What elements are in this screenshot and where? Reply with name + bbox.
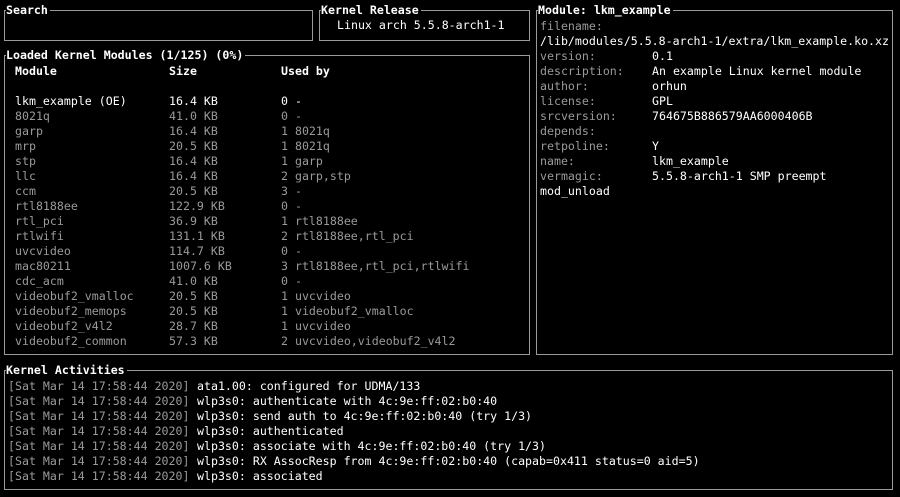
- module-size: 41.0 KB: [169, 109, 218, 123]
- module-size: 131.1 KB: [169, 229, 225, 243]
- module-field-value: orhun: [652, 79, 687, 93]
- module-name: uvcvideo: [15, 244, 71, 258]
- activity-timestamp: [Sat Mar 14 17:58:44 2020]: [8, 454, 190, 468]
- module-name: videobuf2_v4l2: [15, 319, 113, 333]
- module-used-by: 1 8021q: [281, 124, 330, 138]
- modules-panel[interactable]: Loaded Kernel Modules (1/125) (0%) Modul…: [4, 47, 530, 355]
- module-field-value: 0.1: [652, 49, 673, 63]
- kernel-release-panel: Kernel Release Linux arch 5.5.8-arch1-1: [319, 2, 530, 41]
- activity-timestamp: [Sat Mar 14 17:58:44 2020]: [8, 439, 190, 453]
- search-title: Search: [6, 2, 50, 18]
- module-size: 114.7 KB: [169, 244, 225, 258]
- module-used-by: 2 rtl8188ee,rtl_pci: [281, 229, 414, 243]
- module-size: 20.5 KB: [169, 184, 218, 198]
- module-name: llc: [15, 169, 36, 183]
- activity-timestamp: [Sat Mar 14 17:58:44 2020]: [8, 469, 190, 483]
- activity-message: wlp3s0: send auth to 4c:9e:ff:02:b0:40 (…: [197, 409, 533, 423]
- module-field-label: vermagic:: [540, 169, 603, 183]
- activity-timestamp: [Sat Mar 14 17:58:44 2020]: [8, 424, 190, 438]
- module-used-by: 1 8021q: [281, 139, 330, 153]
- module-name: garp: [15, 124, 43, 138]
- module-name: stp: [15, 154, 36, 168]
- kernel-release-value: Linux arch 5.5.8-arch1-1: [337, 18, 505, 32]
- module-field-label: srcversion:: [540, 109, 617, 123]
- module-size: 20.5 KB: [169, 139, 218, 153]
- module-info-trailer: mod_unload: [540, 184, 610, 198]
- module-used-by: 1 uvcvideo: [281, 319, 351, 333]
- module-field-label: depends:: [540, 124, 596, 138]
- module-name: mrp: [15, 139, 36, 153]
- module-size: 16.4 KB: [169, 94, 218, 108]
- module-used-by: 3 rtl8188ee,rtl_pci,rtlwifi: [281, 259, 470, 273]
- module-size: 16.4 KB: [169, 154, 218, 168]
- module-used-by: 0 -: [281, 199, 302, 213]
- module-used-by: 1 uvcvideo: [281, 289, 351, 303]
- module-field-label: name:: [540, 154, 575, 168]
- module-used-by: 0 -: [281, 274, 302, 288]
- module-used-by: 2 garp,stp: [281, 169, 351, 183]
- module-field-label: version:: [540, 49, 596, 63]
- activity-timestamp: [Sat Mar 14 17:58:44 2020]: [8, 409, 190, 423]
- module-field-value: lkm_example: [652, 154, 729, 168]
- module-field-label: license:: [540, 94, 596, 108]
- activity-message: wlp3s0: authenticate with 4c:9e:ff:02:b0…: [197, 394, 498, 408]
- module-size: 16.4 KB: [169, 124, 218, 138]
- activity-timestamp: [Sat Mar 14 17:58:44 2020]: [8, 379, 190, 393]
- modules-table[interactable]: Module Size Used by lkm_example (OE) 16.4…: [5, 56, 529, 354]
- module-name: 8021q: [15, 109, 50, 123]
- module-info-panel[interactable]: Module: lkm_example filename: /lib/modul…: [536, 2, 893, 355]
- module-name: rtl_pci: [15, 214, 64, 228]
- search-input[interactable]: [11, 19, 307, 34]
- module-used-by: 1 videobuf2_vmalloc: [281, 304, 414, 318]
- module-name: rtlwifi: [15, 229, 64, 243]
- module-used-by: 0 -: [281, 244, 302, 258]
- column-header-size[interactable]: Size: [169, 64, 197, 79]
- module-name: rtl8188ee: [15, 199, 78, 213]
- module-size: 20.5 KB: [169, 304, 218, 318]
- module-size: 28.7 KB: [169, 319, 218, 333]
- module-field-value: 764675B886579AA6000406B: [652, 109, 813, 123]
- module-size: 57.3 KB: [169, 334, 218, 348]
- activity-message: wlp3s0: authenticated: [197, 424, 344, 438]
- module-size: 16.4 KB: [169, 169, 218, 183]
- activity-message: wlp3s0: associate with 4c:9e:ff:02:b0:40…: [197, 439, 547, 453]
- column-header-module[interactable]: Module: [15, 64, 57, 79]
- module-field-label: author:: [540, 79, 589, 93]
- module-name: videobuf2_vmalloc: [15, 289, 134, 303]
- module-name: mac80211: [15, 259, 71, 273]
- module-field-label: retpoline:: [540, 139, 610, 153]
- module-size: 1007.6 KB: [169, 259, 232, 273]
- module-used-by: 1 garp: [281, 154, 323, 168]
- module-field-value: An example Linux kernel module: [652, 64, 862, 78]
- activities-panel[interactable]: Kernel Activities [Sat Mar 14 17:58:44 2…: [4, 362, 893, 490]
- kernel-release-title: Kernel Release: [321, 2, 421, 18]
- module-size: 41.0 KB: [169, 274, 218, 288]
- module-field-value: Y: [652, 139, 659, 153]
- activity-message: wlp3s0: associated: [197, 469, 323, 483]
- module-field-value: GPL: [652, 94, 673, 108]
- module-name: videobuf2_memops: [15, 304, 127, 318]
- module-used-by: 0 -: [281, 109, 302, 123]
- module-size: 20.5 KB: [169, 289, 218, 303]
- module-field-value: 5.5.8-arch1-1 SMP preempt: [652, 169, 827, 183]
- module-name: ccm: [15, 184, 36, 198]
- module-name: videobuf2_common: [15, 334, 127, 348]
- module-size: 122.9 KB: [169, 199, 225, 213]
- activity-timestamp: [Sat Mar 14 17:58:44 2020]: [8, 394, 190, 408]
- module-size: 36.9 KB: [169, 214, 218, 228]
- module-used-by: 3 -: [281, 184, 302, 198]
- module-field-label: description:: [540, 64, 624, 78]
- activity-message: ata1.00: configured for UDMA/133: [197, 379, 421, 393]
- module-name: cdc_acm: [15, 274, 64, 288]
- module-name: lkm_example (OE): [15, 94, 127, 108]
- activity-message: wlp3s0: RX AssocResp from 4c:9e:ff:02:b0…: [197, 454, 700, 468]
- search-panel[interactable]: Search: [4, 2, 313, 41]
- module-used-by: 0 -: [281, 94, 302, 108]
- column-header-used-by[interactable]: Used by: [281, 64, 330, 79]
- module-used-by: 1 rtl8188ee: [281, 214, 358, 228]
- module-used-by: 2 uvcvideo,videobuf2_v4l2: [281, 334, 456, 348]
